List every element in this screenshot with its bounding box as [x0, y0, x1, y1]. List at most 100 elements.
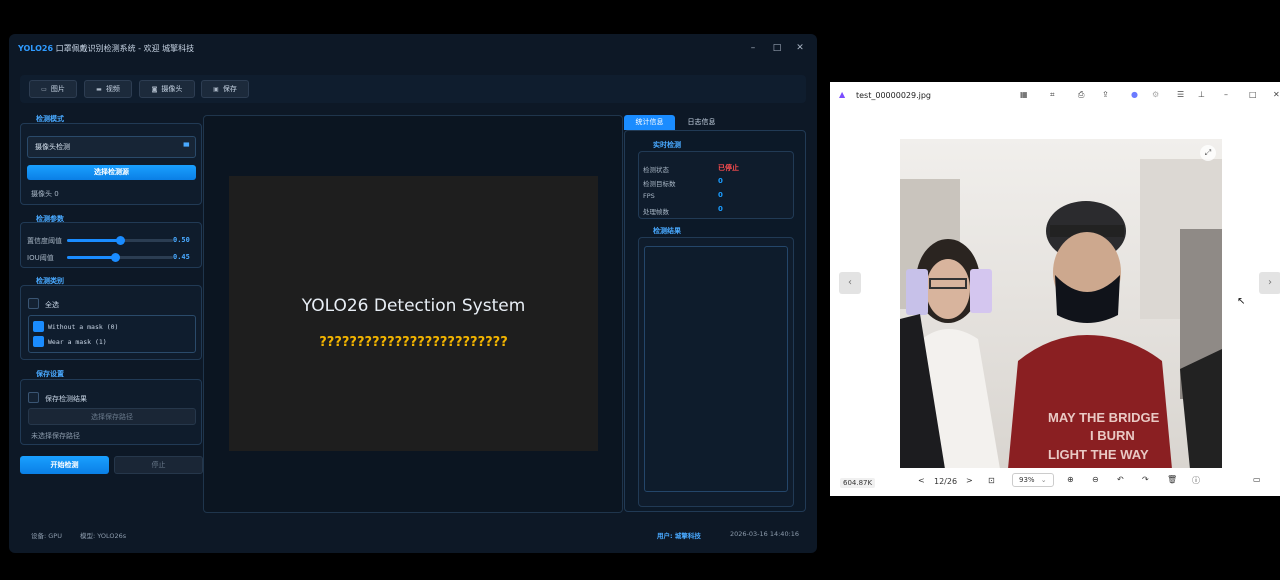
- user-status: 用户: 城擎科技: [657, 532, 701, 540]
- mode-select[interactable]: 摄像头检测 ▀: [27, 136, 196, 158]
- save-results-label: 保存检测结果: [45, 395, 87, 403]
- toolbar: ▭ 图片 ▬ 视频 ◙ 摄像头 ▣ 保存: [20, 75, 806, 103]
- save-section-title: 保存设置: [36, 370, 64, 378]
- target-count-value: 0: [718, 177, 723, 185]
- app-logo-icon: ▲: [839, 90, 846, 99]
- class-label-wear-mask: Wear a mask (1): [48, 338, 107, 346]
- chevron-down-icon: ▀: [183, 143, 189, 151]
- rotate-left-icon[interactable]: ↶: [1117, 475, 1124, 484]
- iou-slider-handle[interactable]: [110, 253, 120, 262]
- frame-count-value: 0: [718, 205, 723, 213]
- display-subtitle: ?????????????????????????: [319, 335, 508, 350]
- class-checkbox-without-mask[interactable]: [33, 321, 44, 332]
- minimize-icon[interactable]: –: [1224, 90, 1228, 99]
- results-section-title: 检测结果: [653, 227, 681, 235]
- menu-icon[interactable]: ☰: [1177, 90, 1184, 99]
- photo-illustration: MAY THE BRIDGE I BURN LIGHT THE WAY: [900, 139, 1222, 468]
- share-icon[interactable]: ⇪: [1102, 90, 1109, 99]
- expand-icon[interactable]: ⤢: [1200, 145, 1216, 161]
- model-status: 模型: YOLO26s: [80, 532, 127, 540]
- results-box: [638, 237, 794, 507]
- params-panel: 置信度阈值 0.50 IOU阈值 0.45: [20, 222, 202, 268]
- video-canvas: YOLO26 Detection System ????????????????…: [229, 176, 598, 451]
- detection-display-panel: YOLO26 Detection System ????????????????…: [203, 115, 623, 513]
- mode-panel: 摄像头检测 ▀ 选择检测源 摄像头 0: [20, 123, 202, 205]
- shirt-text-3: LIGHT THE WAY: [1048, 447, 1149, 462]
- zoom-out-icon[interactable]: ⊖: [1092, 475, 1099, 484]
- tab-logs[interactable]: 日志信息: [676, 115, 727, 130]
- conf-value: 0.50: [173, 236, 190, 244]
- viewer-filename: test_00000029.jpg: [856, 91, 932, 100]
- save-button[interactable]: ▣ 保存: [201, 80, 249, 98]
- delete-icon[interactable]: 🗑: [1167, 475, 1177, 484]
- realtime-section-title: 实时检测: [653, 141, 681, 149]
- start-detection-button[interactable]: 开始检测: [20, 456, 109, 474]
- save-path-status: 未选择保存路径: [31, 432, 80, 440]
- video-button[interactable]: ▬ 视频: [84, 80, 132, 98]
- frame-count-label: 处理帧数: [643, 208, 669, 216]
- image-icon: ▭: [41, 85, 47, 93]
- class-checkbox-wear-mask[interactable]: [33, 336, 44, 347]
- close-icon[interactable]: ✕: [794, 42, 806, 54]
- camera-button[interactable]: ◙ 摄像头: [139, 80, 195, 98]
- rotate-right-icon[interactable]: ↷: [1142, 475, 1149, 484]
- select-source-button[interactable]: 选择检测源: [27, 165, 196, 180]
- save-results-checkbox[interactable]: [28, 392, 39, 403]
- page-indicator: 12/26: [934, 477, 958, 486]
- camera-button-label: 摄像头: [161, 85, 183, 93]
- class-label-without-mask: Without a mask (0): [48, 323, 119, 331]
- maximize-icon[interactable]: □: [771, 42, 783, 54]
- title-bar: YOLO26 口罩佩戴识别检测系统 - 欢迎 城擎科技 – □ ✕: [9, 34, 817, 64]
- pin-icon[interactable]: ⊥: [1198, 90, 1205, 99]
- save-icon: ▣: [213, 85, 219, 93]
- image-viewer-window: ▲ test_00000029.jpg ▦ ⌗ ⎙ ⇪ ● ⚙ ☰ ⊥ – □ …: [830, 82, 1280, 496]
- clock: 2026-03-16 14:40:16: [730, 530, 800, 538]
- edit-icon[interactable]: ▦: [1020, 90, 1028, 99]
- select-all-checkbox[interactable]: [28, 298, 39, 309]
- save-panel: 保存检测结果 选择保存路径 未选择保存路径: [20, 379, 202, 445]
- stop-detection-button[interactable]: 停止: [114, 456, 203, 474]
- iou-slider-fill: [67, 256, 115, 259]
- stats-panel: 实时检测 检测状态 已停止 检测目标数 0 FPS 0 处理帧数 0 检测结果: [624, 130, 806, 512]
- close-icon[interactable]: ✕: [1273, 90, 1280, 99]
- zoom-in-icon[interactable]: ⊕: [1067, 475, 1074, 484]
- results-list[interactable]: [644, 246, 788, 492]
- detection-app-window: YOLO26 口罩佩戴识别检测系统 - 欢迎 城擎科技 – □ ✕ ▭ 图片 ▬…: [9, 34, 817, 553]
- crop-icon[interactable]: ⌗: [1050, 90, 1055, 100]
- minimize-icon[interactable]: –: [747, 42, 759, 54]
- prev-page-icon[interactable]: <: [918, 476, 925, 485]
- window-title: YOLO26 口罩佩戴识别检测系统 - 欢迎 城擎科技: [18, 43, 194, 54]
- slideshow-icon[interactable]: ▭: [1253, 475, 1261, 484]
- select-save-path-button[interactable]: 选择保存路径: [28, 408, 196, 425]
- realtime-stats-box: 检测状态 已停止 检测目标数 0 FPS 0 处理帧数 0: [638, 151, 794, 219]
- tab-statistics[interactable]: 统计信息: [624, 115, 675, 130]
- video-icon: ▬: [96, 85, 102, 93]
- mouse-cursor-icon: ↖: [1237, 296, 1246, 307]
- image-button[interactable]: ▭ 图片: [29, 80, 77, 98]
- app-title: 口罩佩戴识别检测系统 - 欢迎 城擎科技: [55, 44, 195, 53]
- info-icon[interactable]: ⓘ: [1192, 475, 1200, 486]
- conf-slider[interactable]: [67, 236, 173, 245]
- maximize-icon[interactable]: □: [1249, 90, 1257, 99]
- file-size: 604.87K: [840, 478, 876, 488]
- classes-panel: 全选 Without a mask (0) Wear a mask (1): [20, 285, 202, 360]
- next-image-arrow[interactable]: ›: [1259, 272, 1280, 294]
- class-list: Without a mask (0) Wear a mask (1): [28, 315, 196, 353]
- fit-icon[interactable]: ⊡: [988, 476, 995, 485]
- settings-icon[interactable]: ⚙: [1152, 90, 1159, 99]
- iou-slider[interactable]: [67, 253, 173, 262]
- mode-select-value: 摄像头检测: [35, 143, 70, 151]
- app-brand: YOLO26: [18, 44, 54, 53]
- image-button-label: 图片: [50, 85, 65, 93]
- conf-slider-handle[interactable]: [116, 236, 125, 245]
- iou-label: IOU阈值: [27, 254, 54, 262]
- previous-image-arrow[interactable]: ‹: [839, 272, 861, 294]
- zoom-select[interactable]: 93% ⌄: [1012, 473, 1054, 487]
- print-icon[interactable]: ⎙: [1078, 90, 1084, 100]
- ai-icon[interactable]: ●: [1131, 90, 1138, 99]
- video-button-label: 视频: [105, 85, 120, 93]
- next-page-icon[interactable]: >: [966, 476, 973, 485]
- status-label: 检测状态: [643, 166, 669, 174]
- chevron-down-icon: ⌄: [1040, 476, 1047, 484]
- iou-value: 0.45: [173, 253, 190, 261]
